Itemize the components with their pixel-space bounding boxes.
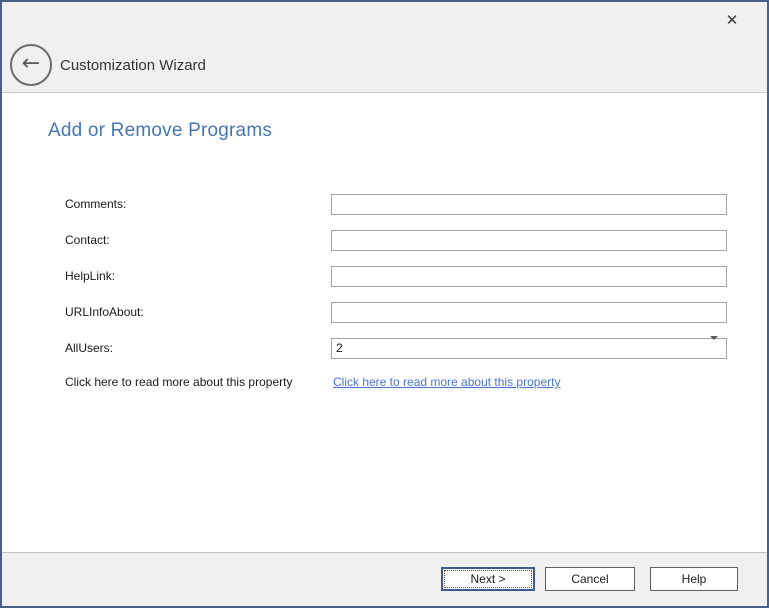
form-row-contact: Contact: bbox=[2, 230, 767, 251]
cancel-button[interactable]: Cancel bbox=[545, 567, 635, 591]
page-title: Add or Remove Programs bbox=[48, 120, 272, 142]
customization-wizard-window: ← Customization Wizard ✕ Add or Remove P… bbox=[0, 0, 769, 608]
allusers-combobox[interactable]: 2 bbox=[331, 338, 727, 359]
close-icon: ✕ bbox=[726, 13, 739, 28]
property-link[interactable]: Click here to read more about this prope… bbox=[333, 374, 560, 391]
contact-label: Contact: bbox=[65, 230, 110, 251]
helplink-label: HelpLink: bbox=[65, 266, 115, 287]
next-button[interactable]: Next > bbox=[441, 567, 535, 591]
help-button[interactable]: Help bbox=[650, 567, 738, 591]
comments-label: Comments: bbox=[65, 194, 126, 215]
chevron-down-icon[interactable] bbox=[710, 340, 719, 358]
allusers-selected-value: 2 bbox=[336, 339, 704, 358]
back-button[interactable]: ← bbox=[10, 44, 52, 86]
next-button-label: Next > bbox=[470, 572, 505, 586]
helplink-input[interactable] bbox=[331, 266, 727, 287]
form-row-helplink: HelpLink: bbox=[2, 266, 767, 287]
wizard-header: ← Customization Wizard ✕ bbox=[2, 2, 767, 93]
window-title: Customization Wizard bbox=[60, 57, 206, 75]
allusers-label: AllUsers: bbox=[65, 338, 113, 359]
form-row-property-link: Click here to read more about this prope… bbox=[2, 374, 767, 391]
close-button[interactable]: ✕ bbox=[716, 6, 748, 34]
wizard-footer: Next > Cancel Help bbox=[2, 552, 767, 606]
contact-input[interactable] bbox=[331, 230, 727, 251]
comments-input[interactable] bbox=[331, 194, 727, 215]
help-button-label: Help bbox=[682, 572, 707, 586]
property-link-label: Click here to read more about this prope… bbox=[65, 374, 292, 391]
wizard-content: Add or Remove Programs Comments: Contact… bbox=[2, 94, 767, 552]
back-arrow-icon: ← bbox=[22, 53, 40, 75]
form-row-urlinfoabout: URLInfoAbout: bbox=[2, 302, 767, 323]
cancel-button-label: Cancel bbox=[571, 572, 608, 586]
urlinfoabout-label: URLInfoAbout: bbox=[65, 302, 144, 323]
urlinfoabout-input[interactable] bbox=[331, 302, 727, 323]
form-row-allusers: AllUsers: 2 bbox=[2, 338, 767, 359]
form-row-comments: Comments: bbox=[2, 194, 767, 215]
